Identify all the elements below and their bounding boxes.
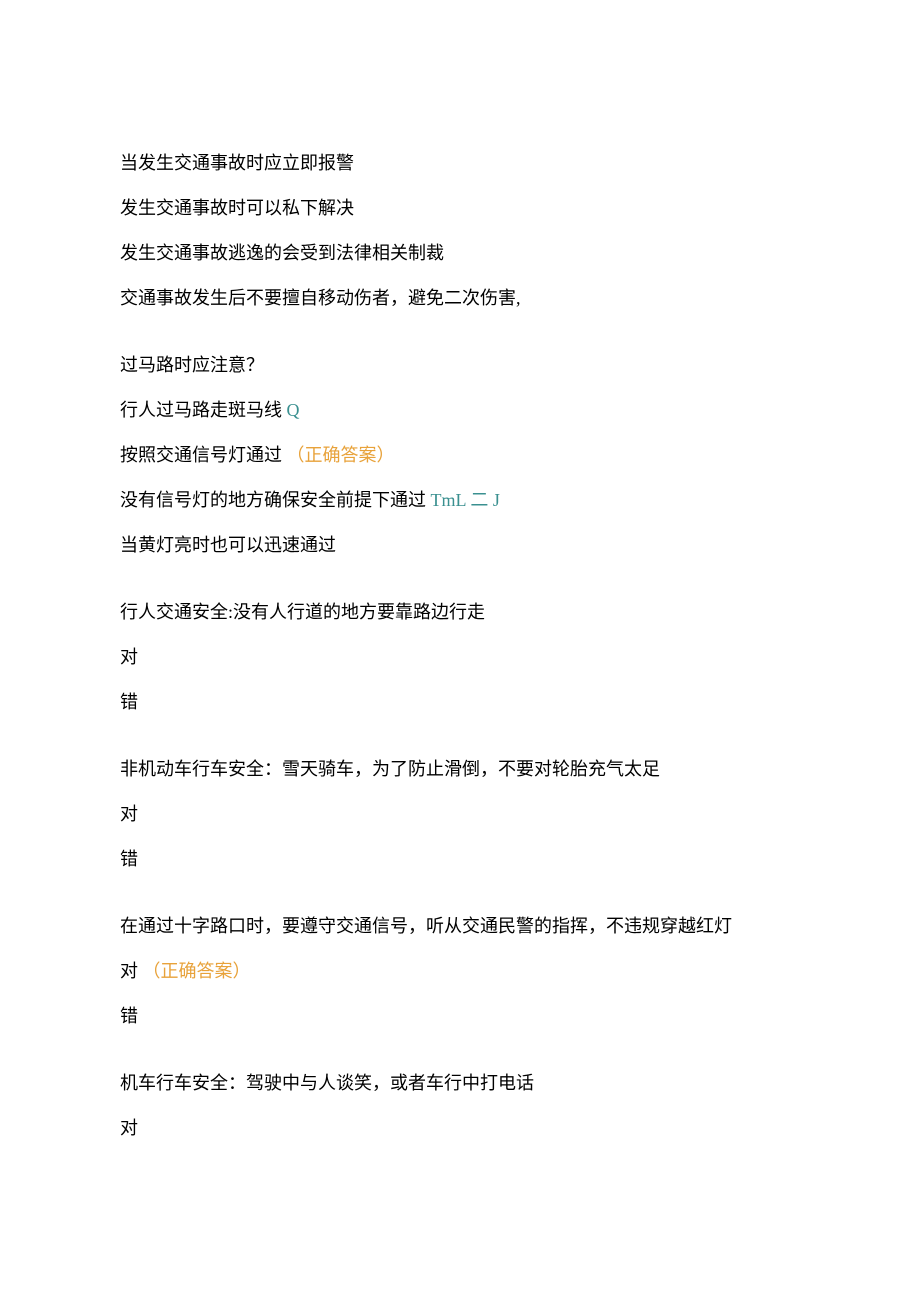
correct-answer-label: （正确答案） [282,445,395,465]
question-text: 行人交通安全:没有人行道的地方要靠路边行走 [120,599,800,626]
question-text: 机车行车安全：驾驶中与人谈笑，或者车行中打电话 [120,1070,800,1097]
question-text: 在通过十字路口时，要遵守交通信号，听从交通民警的指挥，不违规穿越红灯 [120,913,800,940]
answer-false: 错 [120,689,800,716]
option-text: 没有信号灯的地方确保安全前提下通过 [120,490,426,510]
answer-option: 按照交通信号灯通过 （正确答案） [120,442,800,469]
answer-true: 对 [120,801,800,828]
answer-true: 对 [120,1115,800,1142]
answer-option: 没有信号灯的地方确保安全前提下通过 TmL 二 J [120,487,800,514]
answer-true: 对 （正确答案） [120,958,800,985]
answer-option: 当黄灯亮时也可以迅速通过 [120,532,800,559]
option-text: 按照交通信号灯通过 [120,445,282,465]
text-line: 交通事故发生后不要擅自移动伤者，避免二次伤害, [120,285,800,312]
text-line: 当发生交通事故时应立即报警 [120,150,800,177]
text-line: 发生交通事故逃逸的会受到法律相关制裁 [120,240,800,267]
true-text: 对 [120,961,138,981]
option-suffix: Q [282,400,300,420]
answer-false: 错 [120,846,800,873]
answer-true: 对 [120,644,800,671]
answer-option: 行人过马路走斑马线 Q [120,397,800,424]
correct-answer-label: （正确答案） [138,961,251,981]
option-text: 行人过马路走斑马线 [120,400,282,420]
answer-false: 错 [120,1003,800,1030]
question-text: 非机动车行车安全：雪天骑车，为了防止滑倒，不要对轮胎充气太足 [120,756,800,783]
option-suffix: TmL 二 J [426,490,500,510]
text-line: 发生交通事故时可以私下解决 [120,195,800,222]
question-text: 过马路时应注意？ [120,352,800,379]
